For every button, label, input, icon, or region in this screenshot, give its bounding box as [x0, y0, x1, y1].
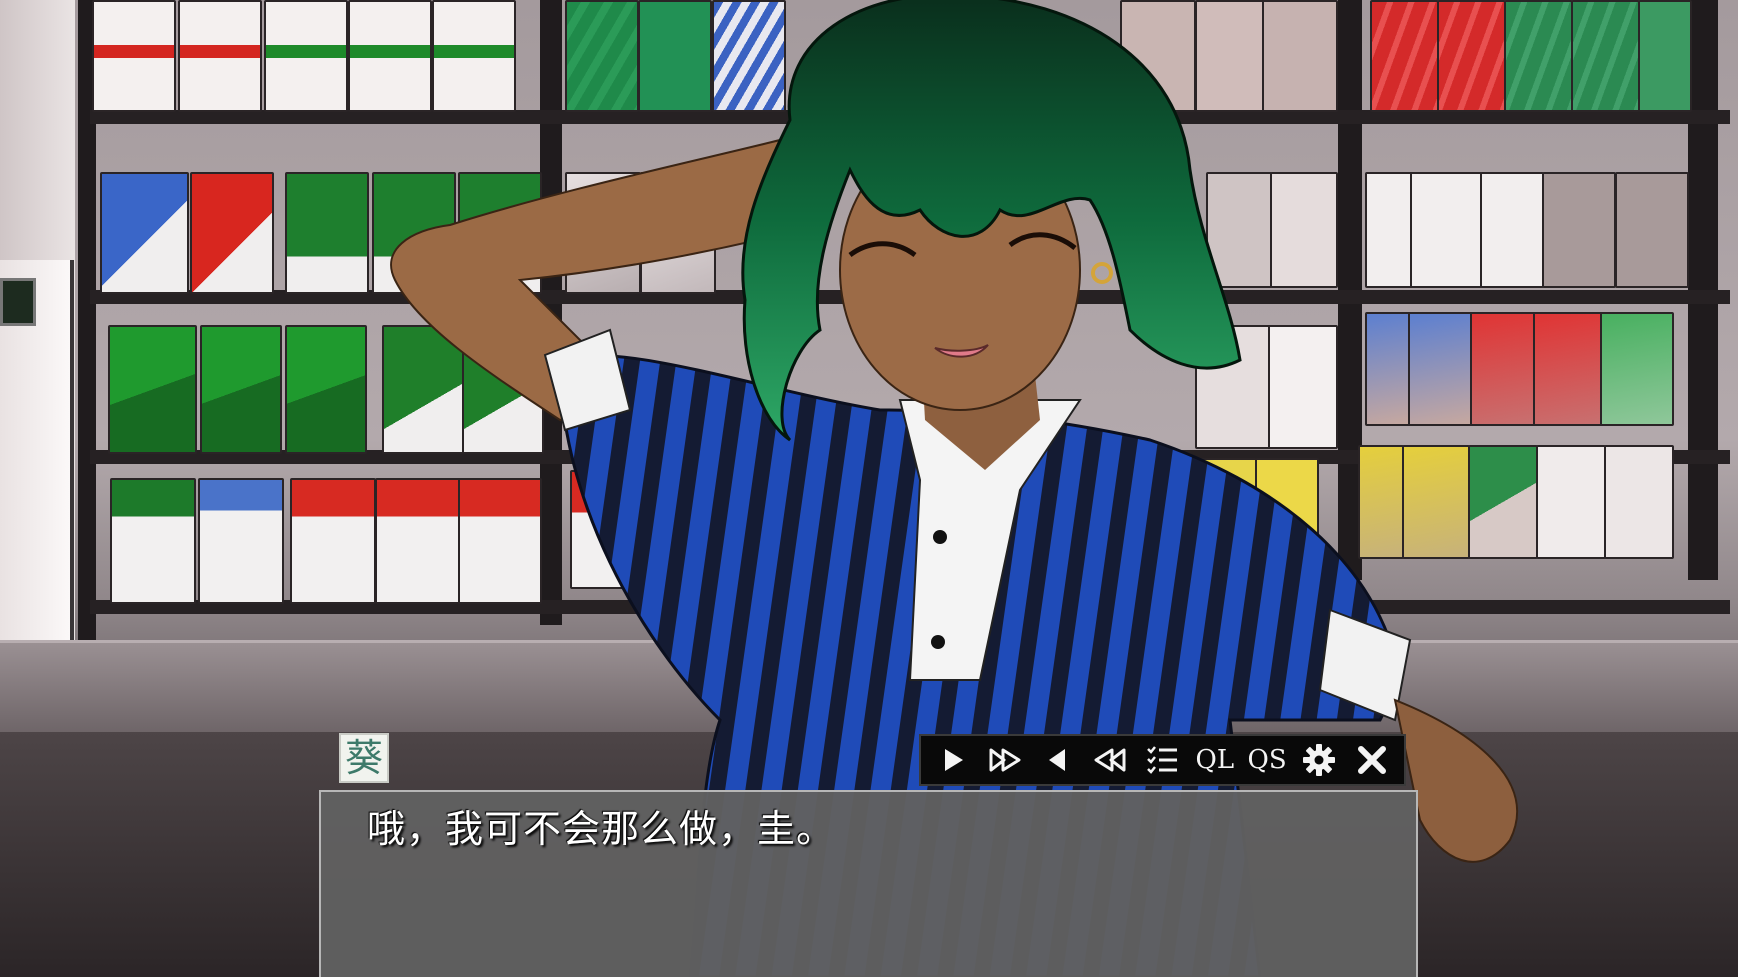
product-box: [200, 325, 282, 454]
product-box: [565, 172, 641, 294]
product-box: [1358, 445, 1404, 559]
product-box: [1262, 0, 1338, 112]
play-icon: [945, 749, 964, 771]
product-box: [1542, 172, 1616, 288]
back-icon: [1048, 749, 1065, 771]
close-button[interactable]: [1348, 738, 1396, 782]
settings-button[interactable]: [1295, 738, 1343, 782]
product-box: [178, 0, 262, 112]
shelf-board: [90, 110, 1730, 124]
product-box: [458, 172, 542, 294]
product-box: [1408, 312, 1474, 426]
product-box: [1193, 458, 1257, 562]
play-button[interactable]: [929, 738, 977, 782]
product-box: [432, 0, 516, 112]
product-box: [1195, 325, 1271, 449]
product-box: [1130, 458, 1194, 562]
product-box: [1410, 172, 1482, 288]
product-box: [382, 325, 464, 454]
product-box: [1120, 0, 1196, 112]
product-box: [1638, 0, 1692, 112]
product-box: [1270, 172, 1338, 288]
rewind-button[interactable]: [1086, 738, 1134, 782]
back-button[interactable]: [1034, 738, 1082, 782]
product-box: [198, 478, 284, 604]
product-box: [565, 0, 639, 112]
product-box: [264, 0, 348, 112]
product-box: [92, 0, 176, 112]
shelf-frame-mid: [540, 0, 562, 625]
product-box: [638, 0, 712, 112]
quick-menu: QL QS: [919, 734, 1406, 786]
product-box: [375, 478, 461, 604]
product-box: [640, 172, 716, 294]
product-box: [1195, 0, 1271, 112]
product-box: [640, 470, 710, 589]
product-box: [1365, 172, 1413, 288]
product-box: [1206, 172, 1272, 288]
product-box: [1255, 458, 1319, 562]
product-box: [1615, 172, 1689, 288]
product-box: [1571, 0, 1640, 112]
product-box: [1470, 312, 1536, 426]
dialogue-text: 哦，我可不会那么做，圭。: [367, 807, 836, 851]
product-box: [100, 172, 189, 294]
fridge-display: [0, 278, 36, 326]
product-box: [1268, 325, 1338, 449]
history-button[interactable]: [1138, 738, 1186, 782]
product-box: [1480, 172, 1544, 288]
product-box: [1437, 0, 1506, 112]
quick-load-button[interactable]: QL: [1191, 738, 1239, 782]
product-box: [190, 172, 274, 294]
product-box: [290, 478, 376, 604]
product-box: [1370, 0, 1439, 112]
product-box: [462, 325, 544, 454]
product-box: [110, 478, 196, 604]
close-icon: [1357, 746, 1386, 774]
dialogue-box[interactable]: 哦，我可不会那么做，圭。: [319, 790, 1418, 977]
product-box: [1468, 445, 1538, 559]
gear-icon: [1303, 744, 1336, 776]
product-box: [1365, 312, 1411, 426]
product-box: [570, 470, 640, 589]
product-box: [1504, 0, 1573, 112]
quick-save-button[interactable]: QS: [1243, 738, 1291, 782]
product-box: [285, 325, 367, 454]
product-box: [458, 478, 542, 604]
skip-button[interactable]: [981, 738, 1029, 782]
store-counter: [0, 640, 1738, 735]
product-box: [712, 0, 786, 112]
product-box: [1604, 445, 1674, 559]
history-list-icon: [1147, 746, 1178, 774]
product-box: [108, 325, 197, 454]
rewind-icon: [1094, 748, 1126, 772]
product-box: [1536, 445, 1606, 559]
fast-forward-icon: [989, 748, 1021, 772]
product-box: [1533, 312, 1603, 426]
product-box: [1600, 312, 1674, 426]
product-box: [285, 172, 369, 294]
product-box: [1402, 445, 1470, 559]
product-box: [348, 0, 432, 112]
speaker-name-tag: 葵: [339, 733, 389, 783]
product-box: [372, 172, 456, 294]
